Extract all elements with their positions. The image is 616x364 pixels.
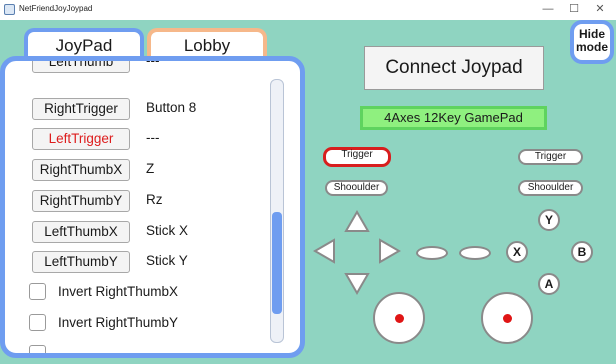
connect-joypad-button[interactable]: Connect Joypad	[364, 46, 544, 90]
map-value: ---	[146, 61, 160, 68]
right-stick[interactable]	[481, 292, 533, 344]
map-button-righttrigger[interactable]: RightTrigger	[32, 98, 130, 120]
trigger-left-button[interactable]: Trigger	[323, 147, 391, 167]
invert-rightthumby-checkbox[interactable]	[29, 314, 46, 331]
arrow-down-icon[interactable]	[344, 270, 370, 296]
left-stick[interactable]	[373, 292, 425, 344]
app-icon	[4, 4, 15, 15]
panel-scrollbar[interactable]	[270, 79, 284, 343]
map-value: Button 8	[146, 100, 197, 115]
face-button-x[interactable]: X	[506, 241, 528, 263]
invert-rightthumbx-checkbox[interactable]	[29, 283, 46, 300]
arrow-left-icon[interactable]	[312, 238, 338, 264]
select-button[interactable]	[416, 246, 448, 260]
invert-rightthumbx-label: Invert RightThumbX	[58, 284, 179, 299]
map-button-leftthumb[interactable]: LeftThumb	[32, 61, 130, 73]
maximize-button[interactable]: ☐	[563, 2, 585, 16]
face-button-b[interactable]: B	[571, 241, 593, 263]
gamepad-type-label: 4Axes 12Key GamePad	[360, 106, 547, 130]
shoulder-left-button[interactable]: Shooulder	[325, 180, 388, 196]
face-button-y[interactable]: Y	[538, 209, 560, 231]
invert-rightthumby-label: Invert RightThumbY	[58, 315, 179, 330]
scrollbar-thumb[interactable]	[272, 212, 282, 314]
trigger-right-button[interactable]: Trigger	[518, 149, 583, 165]
map-value: Stick X	[146, 223, 189, 238]
map-value: Rz	[146, 192, 163, 207]
arrow-up-icon[interactable]	[344, 209, 370, 235]
close-button[interactable]: ✕	[589, 2, 611, 16]
right-stick-dot	[503, 314, 512, 323]
map-value: ---	[146, 130, 160, 145]
map-button-leftthumbx[interactable]: LeftThumbX	[32, 221, 130, 243]
arrow-right-icon[interactable]	[376, 238, 402, 264]
map-button-rightthumby[interactable]: RightThumbY	[32, 190, 130, 212]
map-value: Stick Y	[146, 253, 188, 268]
tab-joypad[interactable]: JoyPad	[24, 28, 144, 58]
left-stick-dot	[395, 314, 404, 323]
hide-mode-button[interactable]: Hide mode	[570, 20, 614, 64]
start-button[interactable]	[459, 246, 491, 260]
window-title: NetFriendJoyJoypad	[19, 4, 93, 13]
map-button-lefttrigger[interactable]: LeftTrigger	[32, 128, 130, 150]
shoulder-right-button[interactable]: Shooulder	[518, 180, 583, 196]
hide-mode-label-2: mode	[575, 40, 608, 54]
map-button-rightthumbx[interactable]: RightThumbX	[32, 159, 130, 181]
minimize-button[interactable]: —	[537, 2, 559, 16]
partial-checkbox[interactable]	[29, 345, 46, 353]
map-value: Z	[146, 161, 155, 176]
tab-lobby[interactable]: Lobby	[147, 28, 267, 58]
map-button-leftthumby[interactable]: LeftThumbY	[32, 251, 130, 273]
mapping-panel: LeftThumb --- RightTrigger Button 8 Left…	[0, 56, 305, 358]
face-button-a[interactable]: A	[538, 273, 560, 295]
title-bar: NetFriendJoyJoypad — ☐ ✕	[0, 0, 616, 21]
main-area: JoyPad Lobby LeftThumb --- RightTrigger …	[0, 20, 616, 364]
